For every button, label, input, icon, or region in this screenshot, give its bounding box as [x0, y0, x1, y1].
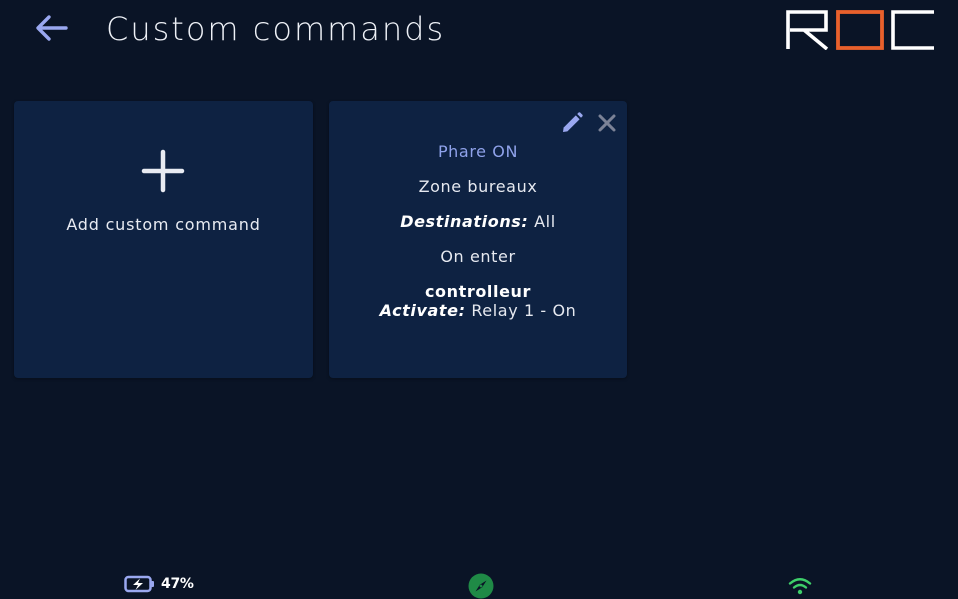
- action-label: Activate:: [379, 301, 466, 320]
- battery-status: 47%: [124, 575, 194, 593]
- page-title: Custom commands: [106, 10, 446, 48]
- compass-icon[interactable]: [468, 573, 494, 599]
- pencil-icon[interactable]: [560, 111, 584, 135]
- command-trigger: On enter: [440, 247, 516, 266]
- add-command-card[interactable]: Add custom command: [14, 101, 313, 378]
- command-zone: Zone bureaux: [418, 177, 538, 196]
- battery-charging-icon: [124, 575, 154, 593]
- command-destinations: Destinations: All: [329, 212, 627, 231]
- wifi-icon: [788, 578, 812, 595]
- command-card: Phare ON Zone bureaux Destinations: All …: [329, 101, 627, 378]
- arrow-left-icon: [36, 15, 68, 41]
- command-name: Phare ON: [437, 142, 519, 161]
- destinations-value: All: [534, 212, 556, 231]
- back-button[interactable]: [30, 10, 72, 46]
- roc-logo: [786, 10, 934, 50]
- destinations-label: Destinations:: [400, 212, 529, 231]
- plus-icon: [141, 149, 185, 193]
- command-device: controlleur: [424, 282, 532, 301]
- command-action: Activate: Relay 1 - On: [329, 301, 627, 320]
- battery-percent: 47%: [161, 576, 194, 592]
- close-icon[interactable]: [596, 112, 618, 134]
- add-command-label: Add custom command: [66, 215, 261, 234]
- action-value: Relay 1 - On: [471, 301, 577, 320]
